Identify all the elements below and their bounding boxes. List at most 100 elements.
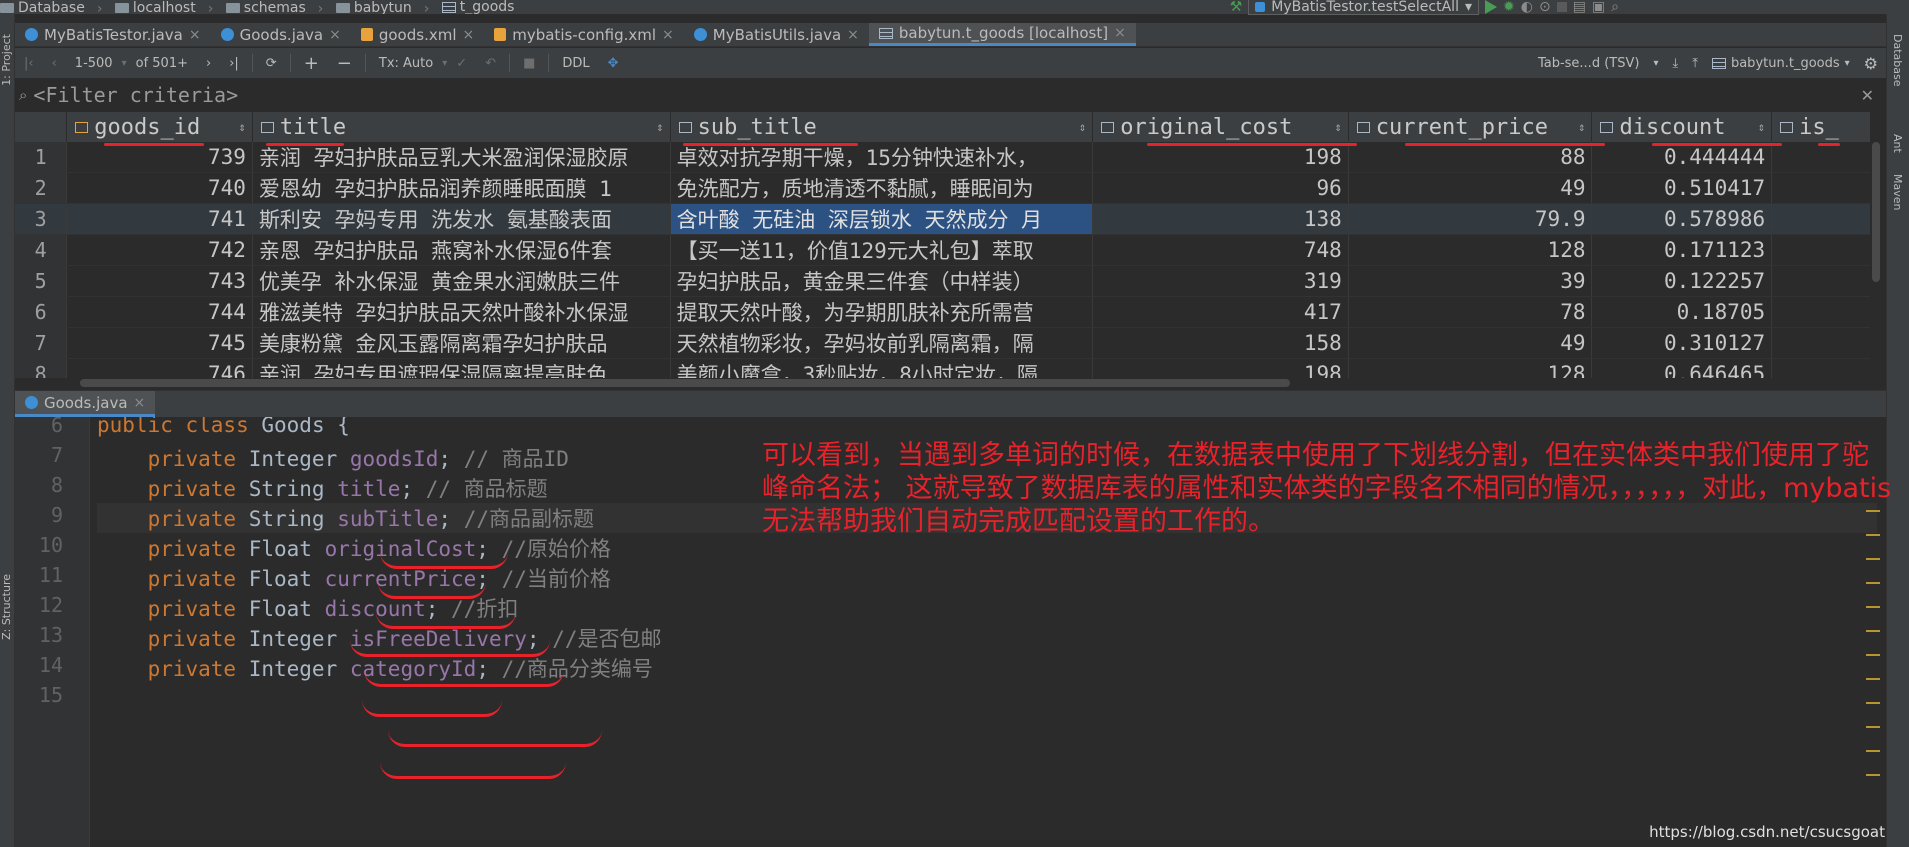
cell-discount[interactable]: 0.171123 <box>1591 234 1773 266</box>
commit-icon[interactable]: ✓ <box>447 56 476 71</box>
cell-original-cost[interactable]: 748 <box>1092 234 1349 266</box>
tab-mybatistestor[interactable]: MyBatisTestor.java × <box>15 23 211 46</box>
table-row[interactable]: 1 739 亲润 孕妇护肤品豆乳大米盈润保湿胶原 卓效对抗孕期干燥，15分钟快速补水，… <box>15 142 1872 173</box>
cell-goods-id[interactable]: 745 <box>66 327 253 359</box>
filter-bar[interactable]: ⌕ <Filter criteria> ✕ <box>15 80 1886 110</box>
cell-is-free-delivery[interactable] <box>1771 358 1872 378</box>
cell-sub-title[interactable]: 提取天然叶酸，为孕期肌肤补充所需营 <box>670 296 1094 328</box>
ddl-button[interactable]: DDL <box>553 56 598 71</box>
cell-discount[interactable]: 0.510417 <box>1591 172 1773 204</box>
cell-is-free-delivery[interactable] <box>1771 203 1872 235</box>
table-row[interactable]: 5 743 优美孕 补水保湿 黄金果水润嫩肤三件 孕妇护肤品，黄金果三件套（中样装） 3… <box>15 265 1872 297</box>
cell-original-cost[interactable]: 158 <box>1092 327 1349 359</box>
stop-query-icon[interactable]: ■ <box>514 56 544 71</box>
cell-discount[interactable]: 0.122257 <box>1591 265 1773 297</box>
clear-filter-icon[interactable]: ✕ <box>1861 86 1874 105</box>
layout-icon[interactable]: ▣ <box>1592 0 1605 15</box>
debug-icon[interactable]: ✹ <box>1503 0 1515 15</box>
delete-row-icon[interactable]: − <box>328 53 361 74</box>
code-line[interactable]: private String title; // 商品标题 <box>97 473 548 503</box>
code-line[interactable]: private Float currentPrice; //当前价格 <box>97 563 611 593</box>
last-page-icon[interactable]: ›| <box>220 56 248 71</box>
cell-title[interactable]: 爱恩幼 孕妇护肤品润养颜睡眠面膜 1 <box>252 172 671 204</box>
cell-title[interactable]: 优美孕 补水保湿 黄金果水润嫩肤三件 <box>252 265 671 297</box>
cell-goods-id[interactable]: 742 <box>66 234 253 266</box>
export-format-selector[interactable]: Tab-se...d (TSV) <box>1538 56 1639 71</box>
table-row[interactable]: 7 745 美康粉黛 金风玉露隔离霜孕妇护肤品 天然植物彩妆，孕妈妆前乳隔离霜，隔 15… <box>15 327 1872 359</box>
filter-input[interactable]: <Filter criteria> <box>33 83 238 107</box>
sort-icon[interactable]: ⇕ <box>656 120 663 134</box>
breadcrumb-item-t-goods[interactable]: t_goods <box>441 0 514 14</box>
cell-sub-title[interactable]: 含叶酸 无硅油 深层锁水 天然成分 月 <box>670 203 1094 235</box>
tab-goods-java-lower[interactable]: Goods.java × <box>15 391 156 417</box>
first-page-icon[interactable]: |‹ <box>15 56 43 71</box>
row-number[interactable]: 8 <box>15 358 68 378</box>
cell-original-cost[interactable]: 138 <box>1092 203 1349 235</box>
cell-sub-title[interactable]: 美颜小魔盒，3秒贴妆，8小时定妆，隔 <box>670 358 1094 378</box>
tab-t-goods-table[interactable]: babytun.t_goods [localhost] × <box>868 23 1136 46</box>
row-number[interactable]: 5 <box>15 265 68 297</box>
close-icon[interactable]: × <box>329 27 341 43</box>
table-row[interactable]: 6 744 雅滋美特 孕妇护肤品天然叶酸补水保湿 提取天然叶酸，为孕期肌肤补充所需营 4… <box>15 296 1872 328</box>
cell-title[interactable]: 雅滋美特 孕妇护肤品天然叶酸补水保湿 <box>252 296 671 328</box>
row-number[interactable]: 3 <box>15 203 68 235</box>
download-icon[interactable]: ⤓ <box>1672 56 1678 71</box>
sort-icon[interactable]: ⇕ <box>1578 120 1585 134</box>
cell-current-price[interactable]: 128 <box>1348 234 1593 266</box>
column-header-title[interactable]: title ⇕ <box>252 112 671 142</box>
previous-page-icon[interactable]: ‹ <box>43 56 66 71</box>
table-row[interactable]: 8 746 亲润 孕妇专用遮瑕保湿隔离提亮肤色 美颜小魔盒，3秒贴妆，8小时定妆，隔 1… <box>15 358 1872 378</box>
cell-current-price[interactable]: 88 <box>1348 142 1593 173</box>
tab-mybatis-config[interactable]: mybatis-config.xml × <box>484 23 684 46</box>
column-header-original-cost[interactable]: original_cost ⇕ <box>1092 112 1349 142</box>
tab-goods-java[interactable]: Goods.java × <box>211 23 351 46</box>
cell-title[interactable]: 亲恩 孕妇护肤品 燕窝补水保湿6件套 <box>252 234 671 266</box>
cell-original-cost[interactable]: 319 <box>1092 265 1349 297</box>
cell-goods-id[interactable]: 744 <box>66 296 253 328</box>
grid-horizontal-scrollbar[interactable] <box>80 379 1290 387</box>
sort-icon[interactable]: ⇕ <box>1335 120 1342 134</box>
cell-sub-title[interactable]: 孕妇护肤品，黄金果三件套（中样装） <box>670 265 1094 297</box>
cell-goods-id[interactable]: 743 <box>66 265 253 297</box>
cell-current-price[interactable]: 128 <box>1348 358 1593 378</box>
ant-tool-button[interactable]: Ant <box>1891 134 1904 153</box>
row-number[interactable]: 7 <box>15 327 68 359</box>
table-selector[interactable]: babytun.t_goods ▾ <box>1711 56 1850 71</box>
close-icon[interactable]: × <box>847 27 859 43</box>
project-tool-button[interactable]: 1: Project <box>0 34 13 86</box>
add-row-icon[interactable]: + <box>295 53 328 74</box>
project-structure-icon[interactable]: ▤ <box>1573 0 1586 15</box>
column-header-current-price[interactable]: current_price ⇕ <box>1348 112 1593 142</box>
close-icon[interactable]: × <box>662 27 674 43</box>
cell-discount[interactable]: 0.646465 <box>1591 358 1773 378</box>
maven-tool-button[interactable]: Maven <box>1891 174 1904 210</box>
cell-is-free-delivery[interactable] <box>1771 265 1872 297</box>
row-number[interactable]: 4 <box>15 234 68 266</box>
grid-vertical-scrollbar[interactable] <box>1870 112 1882 378</box>
cell-original-cost[interactable]: 198 <box>1092 358 1349 378</box>
close-icon[interactable]: × <box>134 395 146 411</box>
page-range[interactable]: 1-500 <box>66 56 122 71</box>
row-number[interactable]: 6 <box>15 296 68 328</box>
cell-discount[interactable]: 0.444444 <box>1591 142 1773 173</box>
stop-icon[interactable] <box>1556 2 1567 12</box>
profile-icon[interactable]: ⊙ <box>1539 0 1551 15</box>
table-row[interactable]: 4 742 亲恩 孕妇护肤品 燕窝补水保湿6件套 【买一送11，价值129元大礼包】萃… <box>15 234 1872 266</box>
cell-discount[interactable]: 0.18705 <box>1591 296 1773 328</box>
cell-is-free-delivery[interactable] <box>1771 142 1872 173</box>
close-icon[interactable]: × <box>189 27 201 43</box>
close-icon[interactable]: × <box>1114 25 1126 41</box>
coverage-icon[interactable]: ◐ <box>1521 0 1533 15</box>
database-tool-button[interactable]: Database <box>1891 34 1904 87</box>
navigate-icon[interactable]: ✥ <box>599 56 628 71</box>
next-page-icon[interactable]: › <box>197 56 220 71</box>
sort-icon[interactable]: ⇕ <box>1758 120 1765 134</box>
cell-is-free-delivery[interactable] <box>1771 327 1872 359</box>
cell-original-cost[interactable]: 96 <box>1092 172 1349 204</box>
cell-goods-id[interactable]: 740 <box>66 172 253 204</box>
column-header-goods-id[interactable]: goods_id ⇕ <box>66 112 253 142</box>
close-icon[interactable]: × <box>463 27 475 43</box>
run-config-selector[interactable]: MyBatisTestor.testSelectAll ▾ <box>1248 0 1479 15</box>
scrollbar-thumb[interactable] <box>1872 142 1880 282</box>
transaction-mode[interactable]: Tx: Auto <box>370 56 442 71</box>
